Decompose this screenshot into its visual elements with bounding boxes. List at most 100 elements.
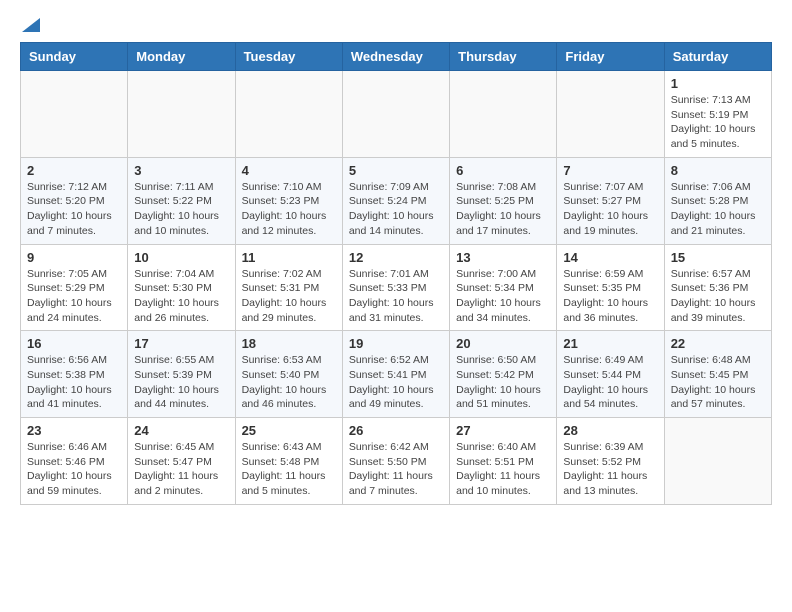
calendar-week-4: 16 Sunrise: 6:56 AM Sunset: 5:38 PM Dayli… — [21, 331, 772, 418]
calendar-week-5: 23 Sunrise: 6:46 AM Sunset: 5:46 PM Dayli… — [21, 418, 772, 505]
day-info: Sunrise: 6:46 AM Sunset: 5:46 PM Dayligh… — [27, 440, 121, 499]
day-info: Sunrise: 6:48 AM Sunset: 5:45 PM Dayligh… — [671, 353, 765, 412]
calendar-cell — [450, 71, 557, 158]
logo — [20, 20, 40, 32]
calendar-cell: 9 Sunrise: 7:05 AM Sunset: 5:29 PM Daylig… — [21, 244, 128, 331]
calendar-cell — [128, 71, 235, 158]
day-number: 2 — [27, 163, 121, 178]
calendar-cell: 6 Sunrise: 7:08 AM Sunset: 5:25 PM Daylig… — [450, 157, 557, 244]
day-info: Sunrise: 7:13 AM Sunset: 5:19 PM Dayligh… — [671, 93, 765, 152]
calendar-table: SundayMondayTuesdayWednesdayThursdayFrid… — [20, 42, 772, 505]
day-number: 23 — [27, 423, 121, 438]
day-info: Sunrise: 7:11 AM Sunset: 5:22 PM Dayligh… — [134, 180, 228, 239]
calendar-cell: 13 Sunrise: 7:00 AM Sunset: 5:34 PM Dayli… — [450, 244, 557, 331]
day-info: Sunrise: 6:49 AM Sunset: 5:44 PM Dayligh… — [563, 353, 657, 412]
day-info: Sunrise: 7:08 AM Sunset: 5:25 PM Dayligh… — [456, 180, 550, 239]
day-info: Sunrise: 7:07 AM Sunset: 5:27 PM Dayligh… — [563, 180, 657, 239]
calendar-cell: 18 Sunrise: 6:53 AM Sunset: 5:40 PM Dayli… — [235, 331, 342, 418]
calendar-week-1: 1 Sunrise: 7:13 AM Sunset: 5:19 PM Daylig… — [21, 71, 772, 158]
calendar-cell: 4 Sunrise: 7:10 AM Sunset: 5:23 PM Daylig… — [235, 157, 342, 244]
calendar-cell: 27Sunrise: 6:40 AM Sunset: 5:51 PM Dayli… — [450, 418, 557, 505]
calendar-cell — [235, 71, 342, 158]
calendar-header-friday: Friday — [557, 43, 664, 71]
calendar-cell — [342, 71, 449, 158]
day-info: Sunrise: 7:02 AM Sunset: 5:31 PM Dayligh… — [242, 267, 336, 326]
calendar-cell: 21 Sunrise: 6:49 AM Sunset: 5:44 PM Dayli… — [557, 331, 664, 418]
day-info: Sunrise: 7:12 AM Sunset: 5:20 PM Dayligh… — [27, 180, 121, 239]
day-number: 1 — [671, 76, 765, 91]
calendar-header-monday: Monday — [128, 43, 235, 71]
day-info: Sunrise: 7:01 AM Sunset: 5:33 PM Dayligh… — [349, 267, 443, 326]
page-header — [20, 20, 772, 32]
calendar-cell: 22Sunrise: 6:48 AM Sunset: 5:45 PM Dayli… — [664, 331, 771, 418]
day-number: 13 — [456, 250, 550, 265]
calendar-header-saturday: Saturday — [664, 43, 771, 71]
day-number: 15 — [671, 250, 765, 265]
calendar-cell: 15 Sunrise: 6:57 AM Sunset: 5:36 PM Dayli… — [664, 244, 771, 331]
day-number: 12 — [349, 250, 443, 265]
day-info: Sunrise: 6:52 AM Sunset: 5:41 PM Dayligh… — [349, 353, 443, 412]
day-number: 26 — [349, 423, 443, 438]
calendar-header-thursday: Thursday — [450, 43, 557, 71]
calendar-cell: 12 Sunrise: 7:01 AM Sunset: 5:33 PM Dayli… — [342, 244, 449, 331]
calendar-cell: 7 Sunrise: 7:07 AM Sunset: 5:27 PM Daylig… — [557, 157, 664, 244]
calendar-cell — [664, 418, 771, 505]
day-number: 8 — [671, 163, 765, 178]
day-info: Sunrise: 6:40 AM Sunset: 5:51 PM Dayligh… — [456, 440, 550, 499]
calendar-header-row: SundayMondayTuesdayWednesdayThursdayFrid… — [21, 43, 772, 71]
day-info: Sunrise: 6:45 AM Sunset: 5:47 PM Dayligh… — [134, 440, 228, 499]
day-number: 16 — [27, 336, 121, 351]
day-info: Sunrise: 6:55 AM Sunset: 5:39 PM Dayligh… — [134, 353, 228, 412]
day-number: 24 — [134, 423, 228, 438]
calendar-cell: 20Sunrise: 6:50 AM Sunset: 5:42 PM Dayli… — [450, 331, 557, 418]
calendar-cell: 14 Sunrise: 6:59 AM Sunset: 5:35 PM Dayli… — [557, 244, 664, 331]
calendar-cell — [557, 71, 664, 158]
day-info: Sunrise: 7:05 AM Sunset: 5:29 PM Dayligh… — [27, 267, 121, 326]
calendar-cell: 17 Sunrise: 6:55 AM Sunset: 5:39 PM Dayli… — [128, 331, 235, 418]
calendar-header-wednesday: Wednesday — [342, 43, 449, 71]
day-number: 21 — [563, 336, 657, 351]
calendar-cell: 8Sunrise: 7:06 AM Sunset: 5:28 PM Daylig… — [664, 157, 771, 244]
day-info: Sunrise: 7:10 AM Sunset: 5:23 PM Dayligh… — [242, 180, 336, 239]
day-info: Sunrise: 7:00 AM Sunset: 5:34 PM Dayligh… — [456, 267, 550, 326]
calendar-cell: 5Sunrise: 7:09 AM Sunset: 5:24 PM Daylig… — [342, 157, 449, 244]
day-number: 9 — [27, 250, 121, 265]
calendar-cell: 2 Sunrise: 7:12 AM Sunset: 5:20 PM Daylig… — [21, 157, 128, 244]
day-info: Sunrise: 6:53 AM Sunset: 5:40 PM Dayligh… — [242, 353, 336, 412]
calendar-cell: 16 Sunrise: 6:56 AM Sunset: 5:38 PM Dayli… — [21, 331, 128, 418]
day-info: Sunrise: 6:59 AM Sunset: 5:35 PM Dayligh… — [563, 267, 657, 326]
day-number: 4 — [242, 163, 336, 178]
day-number: 18 — [242, 336, 336, 351]
day-number: 25 — [242, 423, 336, 438]
day-info: Sunrise: 6:57 AM Sunset: 5:36 PM Dayligh… — [671, 267, 765, 326]
calendar-cell — [21, 71, 128, 158]
day-number: 6 — [456, 163, 550, 178]
day-number: 5 — [349, 163, 443, 178]
calendar-cell: 28 Sunrise: 6:39 AM Sunset: 5:52 PM Dayli… — [557, 418, 664, 505]
calendar-cell: 23 Sunrise: 6:46 AM Sunset: 5:46 PM Dayli… — [21, 418, 128, 505]
day-number: 19 — [349, 336, 443, 351]
day-info: Sunrise: 6:56 AM Sunset: 5:38 PM Dayligh… — [27, 353, 121, 412]
day-info: Sunrise: 6:42 AM Sunset: 5:50 PM Dayligh… — [349, 440, 443, 499]
day-number: 10 — [134, 250, 228, 265]
day-number: 17 — [134, 336, 228, 351]
calendar-week-3: 9 Sunrise: 7:05 AM Sunset: 5:29 PM Daylig… — [21, 244, 772, 331]
calendar-week-2: 2 Sunrise: 7:12 AM Sunset: 5:20 PM Daylig… — [21, 157, 772, 244]
calendar-cell: 19 Sunrise: 6:52 AM Sunset: 5:41 PM Dayli… — [342, 331, 449, 418]
calendar-cell: 26 Sunrise: 6:42 AM Sunset: 5:50 PM Dayli… — [342, 418, 449, 505]
day-number: 7 — [563, 163, 657, 178]
calendar-cell: 25 Sunrise: 6:43 AM Sunset: 5:48 PM Dayli… — [235, 418, 342, 505]
day-info: Sunrise: 6:39 AM Sunset: 5:52 PM Dayligh… — [563, 440, 657, 499]
logo-icon — [22, 14, 40, 32]
calendar-header-sunday: Sunday — [21, 43, 128, 71]
day-info: Sunrise: 6:50 AM Sunset: 5:42 PM Dayligh… — [456, 353, 550, 412]
day-info: Sunrise: 7:04 AM Sunset: 5:30 PM Dayligh… — [134, 267, 228, 326]
calendar-cell: 10 Sunrise: 7:04 AM Sunset: 5:30 PM Dayli… — [128, 244, 235, 331]
day-number: 28 — [563, 423, 657, 438]
day-number: 14 — [563, 250, 657, 265]
calendar-cell: 24 Sunrise: 6:45 AM Sunset: 5:47 PM Dayli… — [128, 418, 235, 505]
calendar-cell: 3 Sunrise: 7:11 AM Sunset: 5:22 PM Daylig… — [128, 157, 235, 244]
day-number: 3 — [134, 163, 228, 178]
calendar-header-tuesday: Tuesday — [235, 43, 342, 71]
day-info: Sunrise: 6:43 AM Sunset: 5:48 PM Dayligh… — [242, 440, 336, 499]
